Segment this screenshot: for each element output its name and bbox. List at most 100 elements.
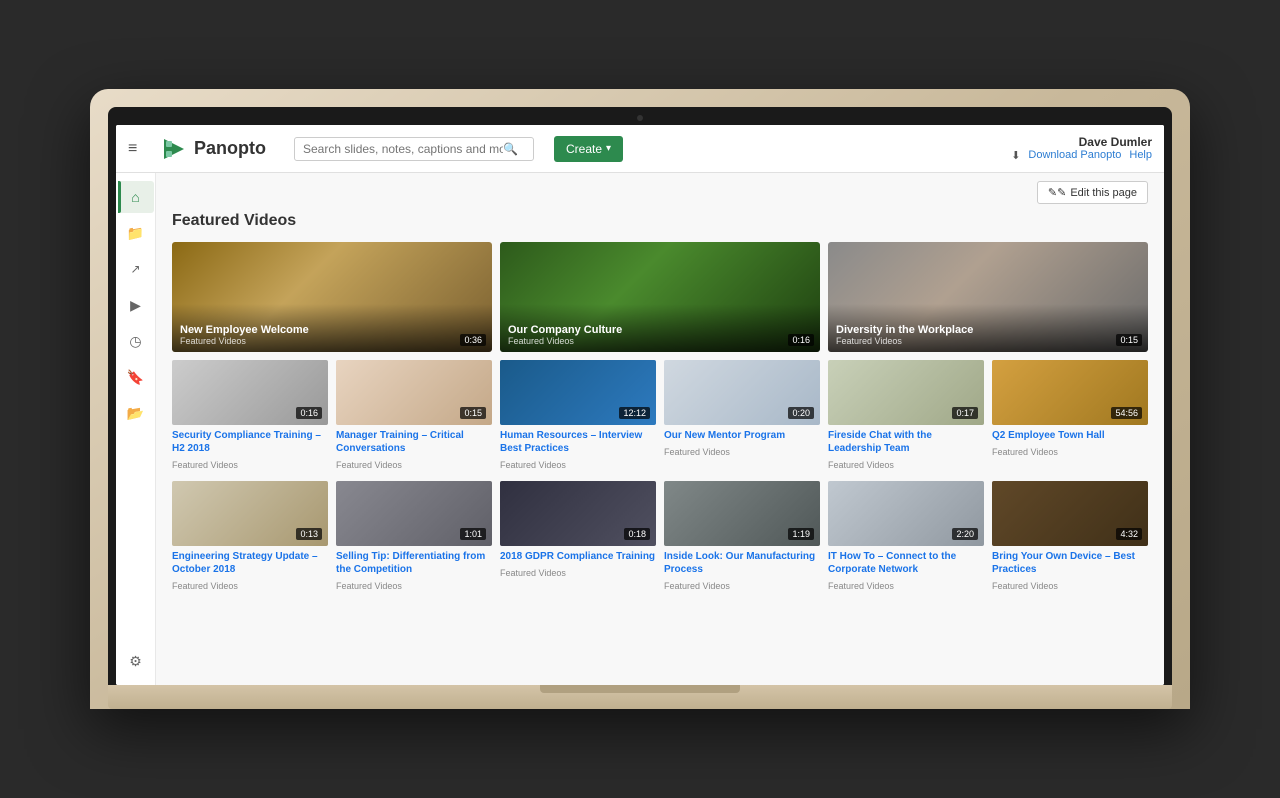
featured-top-row: New Employee Welcome Featured Videos 0:3… xyxy=(172,242,1148,352)
sidebar-item-videos[interactable]: ▶ xyxy=(118,289,154,321)
sidebar-item-folders[interactable]: 📂 xyxy=(118,397,154,429)
featured-videos-title: Featured Videos xyxy=(172,212,1148,230)
video-duration-new-employee-welcome: 0:36 xyxy=(460,334,486,346)
pencil-icon: ✎ xyxy=(1048,186,1066,199)
video-title-manager-training: Manager Training – Critical Conversation… xyxy=(336,429,492,455)
video-meta-security-compliance: Security Compliance Training – H2 2018 F… xyxy=(172,429,328,473)
video-title-mentor-program: Our New Mentor Program xyxy=(664,429,820,442)
video-title-fireside-chat: Fireside Chat with the Leadership Team xyxy=(828,429,984,455)
video-thumb-manager-training: 0:15 xyxy=(336,360,492,425)
search-icon: 🔍 xyxy=(503,142,518,156)
video-card-selling-tip[interactable]: 1:01 Selling Tip: Differentiating from t… xyxy=(336,481,492,594)
history-icon: ◷ xyxy=(129,333,141,350)
video-cat-byod: Featured Videos xyxy=(992,581,1058,591)
video-card-manufacturing[interactable]: 1:19 Inside Look: Our Manufacturing Proc… xyxy=(664,481,820,594)
search-input[interactable] xyxy=(303,142,503,156)
body: ⌂ 📁 ↗ ▶ ◷ xyxy=(116,173,1164,685)
video-meta-byod: Bring Your Own Device – Best Practices F… xyxy=(992,550,1148,594)
video-duration-diversity-workplace: 0:15 xyxy=(1116,334,1142,346)
video-duration-human-resources: 12:12 xyxy=(619,407,650,419)
video-cat-engineering-strategy: Featured Videos xyxy=(172,581,238,591)
video-card-large-company-culture[interactable]: Our Company Culture Featured Videos 0:16 xyxy=(500,242,820,352)
settings-icon: ⚙ xyxy=(129,653,142,670)
video-title-engineering-strategy: Engineering Strategy Update – October 20… xyxy=(172,550,328,576)
sidebar-item-home[interactable]: ⌂ xyxy=(118,181,154,213)
video-title-new-employee-welcome: New Employee Welcome xyxy=(180,324,484,336)
video-card-large-new-employee-welcome[interactable]: New Employee Welcome Featured Videos 0:3… xyxy=(172,242,492,352)
video-card-security-compliance[interactable]: 0:16 Security Compliance Training – H2 2… xyxy=(172,360,328,473)
video-duration-manufacturing: 1:19 xyxy=(788,528,814,540)
video-title-company-culture: Our Company Culture xyxy=(508,324,812,336)
video-meta-selling-tip: Selling Tip: Differentiating from the Co… xyxy=(336,550,492,594)
video-thumb-diversity-workplace: Diversity in the Workplace Featured Vide… xyxy=(828,242,1148,352)
user-links: ⬇ Download Panopto Help xyxy=(1011,149,1152,162)
user-name: Dave Dumler xyxy=(1079,135,1152,149)
video-overlay-new-employee-welcome: New Employee Welcome Featured Videos xyxy=(172,304,492,352)
video-cat-human-resources: Featured Videos xyxy=(500,460,566,470)
video-card-gdpr-compliance[interactable]: 0:18 2018 GDPR Compliance Training Featu… xyxy=(500,481,656,594)
video-card-large-diversity-workplace[interactable]: Diversity in the Workplace Featured Vide… xyxy=(828,242,1148,352)
download-panopto-link[interactable]: Download Panopto xyxy=(1028,149,1121,162)
video-thumb-q2-townhall: 54:56 xyxy=(992,360,1148,425)
header: ≡ Panopto 🔍 Create xyxy=(116,125,1164,173)
video-title-human-resources: Human Resources – Interview Best Practic… xyxy=(500,429,656,455)
video-thumb-new-employee-welcome: New Employee Welcome Featured Videos 0:3… xyxy=(172,242,492,352)
video-meta-manager-training: Manager Training – Critical Conversation… xyxy=(336,429,492,473)
edit-bar: ✎ Edit this page xyxy=(156,173,1164,212)
video-cat-mentor-program: Featured Videos xyxy=(664,447,730,457)
video-meta-fireside-chat: Fireside Chat with the Leadership Team F… xyxy=(828,429,984,473)
video-cat-security-compliance: Featured Videos xyxy=(172,460,238,470)
video-card-it-how-to[interactable]: 2:20 IT How To – Connect to the Corporat… xyxy=(828,481,984,594)
video-duration-mentor-program: 0:20 xyxy=(788,407,814,419)
sidebar-item-settings[interactable]: ⚙ xyxy=(118,645,154,677)
video-duration-it-how-to: 2:20 xyxy=(952,528,978,540)
sidebar-item-library[interactable]: 📁 xyxy=(118,217,154,249)
video-duration-gdpr-compliance: 0:18 xyxy=(624,528,650,540)
video-card-engineering-strategy[interactable]: 0:13 Engineering Strategy Update – Octob… xyxy=(172,481,328,594)
video-title-diversity-workplace: Diversity in the Workplace xyxy=(836,324,1140,336)
video-thumb-engineering-strategy: 0:13 xyxy=(172,481,328,546)
video-cat-manufacturing: Featured Videos xyxy=(664,581,730,591)
home-icon: ⌂ xyxy=(131,189,139,205)
create-button[interactable]: Create ▾ xyxy=(554,136,623,162)
video-card-q2-townhall[interactable]: 54:56 Q2 Employee Town Hall Featured Vid… xyxy=(992,360,1148,473)
sidebar-item-history[interactable]: ◷ xyxy=(118,325,154,357)
video-duration-manager-training: 0:15 xyxy=(460,407,486,419)
video-card-mentor-program[interactable]: 0:20 Our New Mentor Program Featured Vid… xyxy=(664,360,820,473)
video-cat-company-culture: Featured Videos xyxy=(508,336,812,346)
sidebar: ⌂ 📁 ↗ ▶ ◷ xyxy=(116,173,156,685)
video-title-q2-townhall: Q2 Employee Town Hall xyxy=(992,429,1148,442)
video-card-byod[interactable]: 4:32 Bring Your Own Device – Best Practi… xyxy=(992,481,1148,594)
help-link[interactable]: Help xyxy=(1129,149,1152,162)
video-card-manager-training[interactable]: 0:15 Manager Training – Critical Convers… xyxy=(336,360,492,473)
video-duration-security-compliance: 0:16 xyxy=(296,407,322,419)
video-cat-manager-training: Featured Videos xyxy=(336,460,402,470)
menu-icon[interactable]: ≡ xyxy=(128,140,148,158)
video-card-human-resources[interactable]: 12:12 Human Resources – Interview Best P… xyxy=(500,360,656,473)
folders-icon: 📂 xyxy=(127,405,144,422)
video-cat-it-how-to: Featured Videos xyxy=(828,581,894,591)
video-row-2: 0:16 Security Compliance Training – H2 2… xyxy=(172,360,1148,473)
video-card-fireside-chat[interactable]: 0:17 Fireside Chat with the Leadership T… xyxy=(828,360,984,473)
video-duration-q2-townhall: 54:56 xyxy=(1111,407,1142,419)
download-panopto-icon: ⬇ xyxy=(1011,149,1020,162)
video-duration-fireside-chat: 0:17 xyxy=(952,407,978,419)
sidebar-item-share[interactable]: ↗ xyxy=(118,253,154,285)
sidebar-active-indicator xyxy=(118,181,121,213)
sidebar-item-bookmarks[interactable]: 🔖 xyxy=(118,361,154,393)
video-thumb-it-how-to: 2:20 xyxy=(828,481,984,546)
video-cat-gdpr-compliance: Featured Videos xyxy=(500,568,566,578)
video-title-it-how-to: IT How To – Connect to the Corporate Net… xyxy=(828,550,984,576)
video-title-gdpr-compliance: 2018 GDPR Compliance Training xyxy=(500,550,656,563)
create-arrow-icon: ▾ xyxy=(606,143,611,154)
video-row-3: 0:13 Engineering Strategy Update – Octob… xyxy=(172,481,1148,594)
video-thumb-gdpr-compliance: 0:18 xyxy=(500,481,656,546)
laptop-outer: ≡ Panopto 🔍 Create xyxy=(90,89,1190,709)
logo-area: Panopto xyxy=(160,135,266,163)
video-cat-fireside-chat: Featured Videos xyxy=(828,460,894,470)
search-bar[interactable]: 🔍 xyxy=(294,137,534,161)
video-meta-q2-townhall: Q2 Employee Town Hall Featured Videos xyxy=(992,429,1148,460)
edit-page-button[interactable]: ✎ Edit this page xyxy=(1037,181,1148,204)
video-title-byod: Bring Your Own Device – Best Practices xyxy=(992,550,1148,576)
video-thumb-manufacturing: 1:19 xyxy=(664,481,820,546)
